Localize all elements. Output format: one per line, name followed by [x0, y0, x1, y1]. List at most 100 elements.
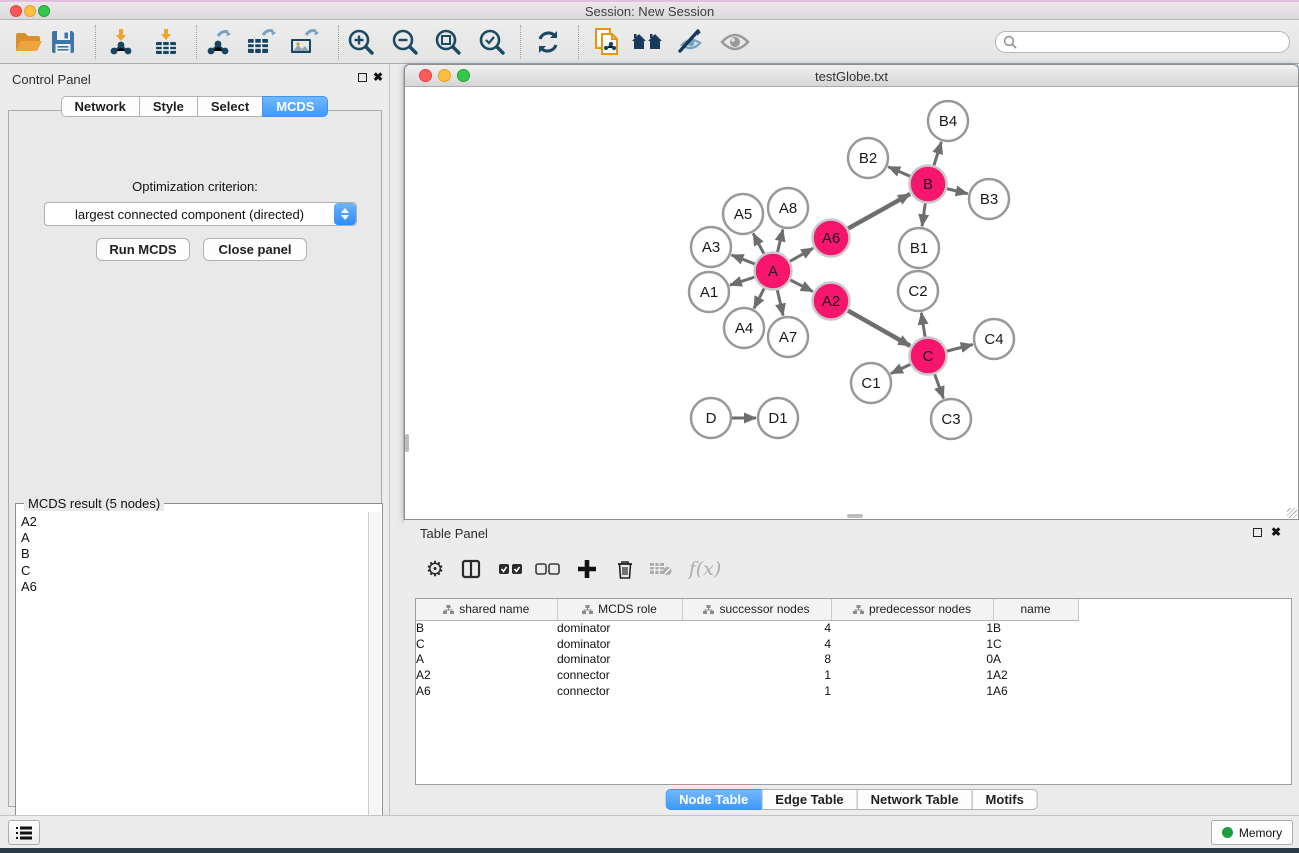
mcds-result-item[interactable]: A2: [21, 514, 368, 530]
svg-text:B3: B3: [980, 191, 998, 208]
graph-node-c[interactable]: C: [910, 338, 947, 375]
tab-select[interactable]: Select: [197, 96, 263, 117]
delete-column-icon[interactable]: [608, 552, 642, 586]
import-table-icon[interactable]: [149, 25, 183, 59]
table-row[interactable]: A2connector11A2: [416, 667, 1078, 683]
graph-node-a2[interactable]: A2: [813, 283, 850, 320]
tab-network-table[interactable]: Network Table: [857, 789, 973, 810]
network-window-title: testGlobe.txt: [405, 69, 1298, 84]
graph-node-a5[interactable]: A5: [723, 194, 763, 234]
column-header-name[interactable]: name: [993, 599, 1078, 620]
svg-text:A3: A3: [702, 239, 720, 256]
home-layout-icon[interactable]: [630, 25, 664, 59]
close-panel-button[interactable]: Close panel: [203, 238, 307, 261]
table-row[interactable]: Bdominator41B: [416, 620, 1078, 636]
function-builder-icon[interactable]: f(x): [683, 552, 727, 586]
graph-node-a7[interactable]: A7: [768, 317, 808, 357]
zoom-fit-icon[interactable]: [431, 25, 465, 59]
graph-node-c2[interactable]: C2: [898, 271, 938, 311]
add-column-icon[interactable]: [570, 552, 604, 586]
tab-motifs[interactable]: Motifs: [972, 789, 1038, 810]
column-header-successor-nodes[interactable]: successor nodes: [682, 599, 831, 620]
network-graph[interactable]: B4 B2 B B3 A5A8A6 B1 A3 A C2 A1 A2 A4A7 C4 C C1 C3 D D1: [405, 88, 1298, 519]
mcds-result-item[interactable]: B: [21, 546, 368, 562]
zoom-out-icon[interactable]: [388, 25, 422, 59]
table-panel-title: Table Panel: [420, 526, 488, 541]
mcds-result-item[interactable]: C: [21, 563, 368, 579]
select-stepper-icon: [334, 203, 356, 225]
refresh-icon[interactable]: [531, 25, 565, 59]
float-window-icon[interactable]: [1253, 528, 1262, 537]
deselect-all-icon[interactable]: [531, 552, 565, 586]
graph-node-a[interactable]: A: [755, 253, 792, 290]
export-image-icon[interactable]: [287, 25, 321, 59]
mcds-result-list[interactable]: A2ABCA6: [17, 512, 368, 853]
network-canvas[interactable]: B4 B2 B B3 A5A8A6 B1 A3 A C2 A1 A2 A4A7 C4 C C1 C3 D D1: [405, 88, 1298, 519]
graph-node-a8[interactable]: A8: [768, 188, 808, 228]
graph-node-a1[interactable]: A1: [689, 272, 729, 312]
open-file-icon[interactable]: [11, 25, 45, 59]
svg-text:A1: A1: [700, 284, 718, 301]
result-scrollbar[interactable]: [368, 512, 381, 853]
graph-node-b2[interactable]: B2: [848, 138, 888, 178]
export-table-icon[interactable]: [244, 25, 278, 59]
node-table[interactable]: shared nameMCDS rolesuccessor nodesprede…: [415, 598, 1292, 785]
mcds-result-item[interactable]: A: [21, 530, 368, 546]
export-network-icon[interactable]: [202, 25, 236, 59]
run-mcds-button[interactable]: Run MCDS: [96, 238, 190, 261]
clone-network-icon[interactable]: [590, 25, 624, 59]
optimization-criterion-label: Optimization criterion:: [9, 179, 381, 194]
graph-node-d1[interactable]: D1: [758, 398, 798, 438]
table-settings-gear-icon[interactable]: ⚙: [418, 552, 452, 586]
horizontal-scrollbar-thumb[interactable]: [847, 514, 863, 518]
zoom-selected-icon[interactable]: [475, 25, 509, 59]
close-panel-icon[interactable]: ✖: [373, 70, 383, 84]
column-header-MCDS-role[interactable]: MCDS role: [557, 599, 682, 620]
table-header-row[interactable]: shared nameMCDS rolesuccessor nodesprede…: [416, 599, 1078, 620]
mcds-result-title: MCDS result (5 nodes): [24, 496, 164, 511]
graph-node-c4[interactable]: C4: [974, 319, 1014, 359]
mcds-result-item[interactable]: A6: [21, 579, 368, 595]
graph-node-c3[interactable]: C3: [931, 399, 971, 439]
network-window-titlebar[interactable]: testGlobe.txt: [405, 65, 1298, 87]
table-toolbar: ⚙: [415, 548, 1292, 592]
search-input[interactable]: [1021, 35, 1289, 49]
tab-style[interactable]: Style: [139, 96, 198, 117]
zoom-in-icon[interactable]: [344, 25, 378, 59]
tab-edge-table[interactable]: Edge Table: [761, 789, 857, 810]
window-resize-handle[interactable]: [1287, 508, 1297, 518]
table-row[interactable]: A6connector11A6: [416, 683, 1078, 699]
hide-graphics-icon[interactable]: [673, 25, 707, 59]
table-row[interactable]: Adominator80A: [416, 652, 1078, 668]
table-row[interactable]: Cdominator41C: [416, 636, 1078, 652]
show-columns-icon[interactable]: [454, 552, 488, 586]
tab-network[interactable]: Network: [61, 96, 140, 117]
close-panel-icon[interactable]: ✖: [1271, 525, 1281, 539]
control-panel-tabs: Network Style Select MCDS: [61, 96, 329, 117]
graph-node-b1[interactable]: B1: [899, 228, 939, 268]
task-history-button[interactable]: [8, 820, 40, 845]
tab-mcds[interactable]: MCDS: [262, 96, 328, 117]
search-field[interactable]: [995, 31, 1290, 53]
graph-node-d[interactable]: D: [691, 398, 731, 438]
tab-node-table[interactable]: Node Table: [665, 789, 762, 810]
float-window-icon[interactable]: [358, 73, 367, 82]
column-header-shared-name[interactable]: shared name: [416, 599, 557, 620]
import-network-icon[interactable]: [104, 25, 138, 59]
graph-node-b3[interactable]: B3: [969, 179, 1009, 219]
memory-button[interactable]: Memory: [1211, 820, 1293, 845]
graph-node-b4[interactable]: B4: [928, 101, 968, 141]
show-graphics-icon[interactable]: [718, 25, 752, 59]
graph-node-a3[interactable]: A3: [691, 227, 731, 267]
graph-node-a4[interactable]: A4: [724, 308, 764, 348]
column-header-predecessor-nodes[interactable]: predecessor nodes: [831, 599, 993, 620]
vertical-scrollbar-thumb[interactable]: [405, 434, 409, 452]
graph-node-b[interactable]: B: [910, 166, 947, 203]
delete-table-icon[interactable]: [644, 552, 678, 586]
svg-text:B2: B2: [859, 150, 877, 167]
graph-node-a6[interactable]: A6: [813, 220, 850, 257]
graph-node-c1[interactable]: C1: [851, 363, 891, 403]
criterion-select[interactable]: largest connected component (directed): [44, 202, 357, 226]
save-session-icon[interactable]: [46, 25, 80, 59]
select-all-icon[interactable]: [494, 552, 528, 586]
